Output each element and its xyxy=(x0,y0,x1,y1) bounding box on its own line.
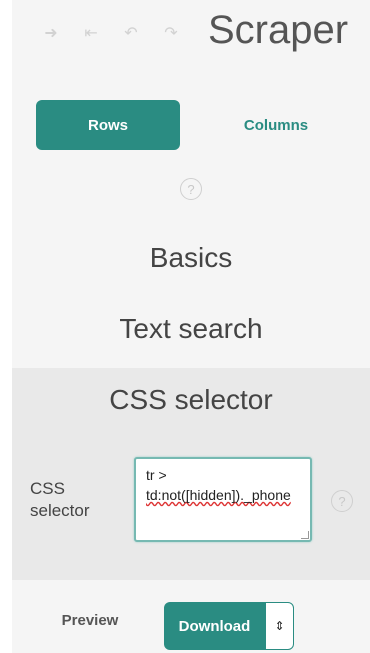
resize-handle[interactable] xyxy=(301,531,309,539)
redo-icon[interactable]: ↷ xyxy=(160,22,182,42)
undo-icon[interactable]: ↶ xyxy=(120,22,142,42)
preview-button[interactable]: Preview xyxy=(40,612,140,629)
arrow-right-icon[interactable]: ➜ xyxy=(40,22,62,42)
section-text-search[interactable]: Text search xyxy=(12,313,370,345)
css-selector-value-line-2: td:not([hidden])._phone xyxy=(146,487,291,503)
download-format-select[interactable]: ⇕ xyxy=(265,602,294,650)
tab-columns[interactable]: Columns xyxy=(204,100,348,150)
tab-rows[interactable]: Rows xyxy=(36,100,180,150)
css-selector-label: CSS selector xyxy=(30,479,90,520)
skip-back-icon[interactable]: ⇤ xyxy=(80,22,102,42)
css-selector-input[interactable]: tr > td:not([hidden])._phone xyxy=(134,457,312,542)
toolbar: ➜ ⇤ ↶ ↷ Scraper xyxy=(12,8,370,56)
css-selector-help-icon[interactable]: ? xyxy=(331,490,353,512)
css-selector-value-line-1: tr > xyxy=(146,467,167,483)
app-title: Scraper xyxy=(208,8,349,52)
download-button[interactable]: Download xyxy=(164,602,265,650)
tabs-help-icon[interactable]: ? xyxy=(180,178,202,200)
section-basics[interactable]: Basics xyxy=(12,242,370,274)
section-css-selector[interactable]: CSS selector xyxy=(12,384,370,416)
download-group: Download ⇕ xyxy=(164,602,294,650)
